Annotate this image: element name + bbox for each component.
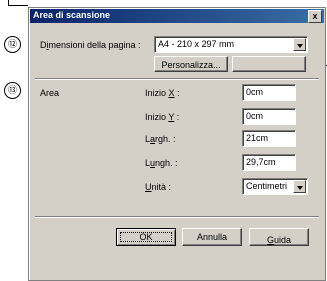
start-x-field[interactable]: 0cm: [242, 84, 296, 101]
page-size-label: Dimensioni della pagina :: [40, 40, 141, 50]
separator-top: [35, 78, 319, 80]
start-x-label: Inizio X :: [145, 88, 180, 98]
customize-button[interactable]: Personalizza...: [154, 56, 228, 72]
help-button[interactable]: Guida: [249, 228, 309, 246]
unit-select[interactable]: Centimetri: [242, 178, 308, 195]
unit-label: Unità :: [145, 182, 172, 192]
cancel-button[interactable]: Annulla: [182, 228, 242, 246]
page-size-select[interactable]: A4 - 210 x 297 mm: [154, 36, 308, 53]
ok-button[interactable]: OK: [116, 228, 176, 246]
width-label: Largh. :: [145, 134, 176, 144]
title-bar: Area di scansione x: [30, 9, 324, 23]
start-y-label: Inizio Y :: [145, 112, 180, 122]
scan-area-dialog: Area di scansione x Dimensioni della pag…: [28, 7, 326, 281]
height-label: Lungh. :: [145, 158, 178, 168]
chevron-down-icon[interactable]: [293, 180, 306, 193]
page-size-value: A4 - 210 x 297 mm: [158, 39, 235, 49]
separator-bottom: [35, 216, 319, 218]
start-y-field[interactable]: 0cm: [242, 108, 296, 125]
callout-line-top-h: [8, 5, 28, 6]
secondary-button[interactable]: [232, 56, 306, 72]
close-button[interactable]: x: [308, 10, 322, 23]
dialog-title: Area di scansione: [33, 10, 111, 20]
width-field[interactable]: 21cm: [242, 130, 296, 147]
callout-12: ⑫: [4, 36, 21, 53]
callout-13: ⑬: [4, 82, 21, 99]
height-field[interactable]: 29,7cm: [242, 154, 296, 171]
area-label: Area: [40, 88, 60, 98]
chevron-down-icon[interactable]: [293, 38, 306, 51]
